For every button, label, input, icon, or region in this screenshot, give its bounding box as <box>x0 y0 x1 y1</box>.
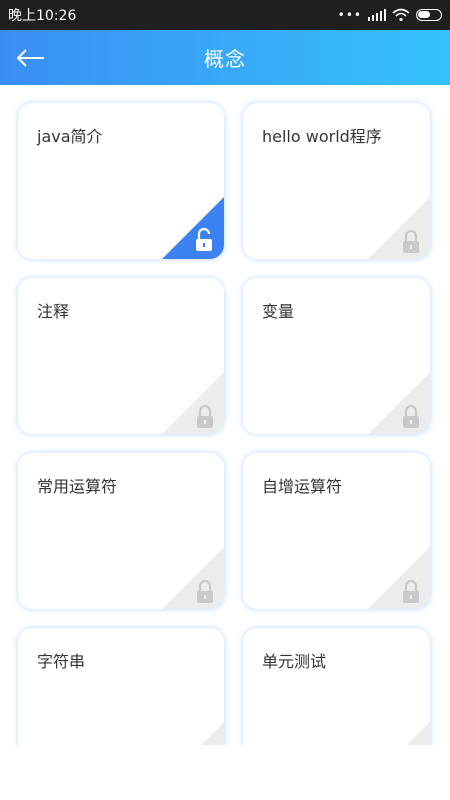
locked-corner <box>368 197 430 259</box>
locked-corner <box>162 372 224 434</box>
page-title: 概念 <box>204 47 246 71</box>
status-icons: ••• <box>338 8 442 22</box>
lesson-title: 常用运算符 <box>37 477 118 496</box>
lesson-card[interactable]: java简介 <box>18 103 224 259</box>
arrow-left-icon <box>16 49 44 67</box>
lesson-card[interactable]: 自增运算符 <box>243 453 430 609</box>
status-time: 晚上10:26 <box>8 8 77 24</box>
lesson-card[interactable]: hello world程序 <box>243 103 430 259</box>
lesson-title: 自增运算符 <box>262 477 343 496</box>
lesson-card[interactable]: 变量 <box>243 278 430 434</box>
header-bar: 概念 <box>0 30 450 85</box>
lesson-card[interactable]: 常用运算符 <box>18 453 224 609</box>
lesson-title: java简介 <box>37 127 103 146</box>
locked-corner <box>162 547 224 609</box>
back-button[interactable] <box>14 44 48 72</box>
lesson-title: 注释 <box>37 302 70 321</box>
locked-corner <box>368 547 430 609</box>
bottom-area <box>0 745 450 800</box>
unlocked-corner <box>162 197 224 259</box>
battery-icon <box>416 9 442 21</box>
lesson-title: 变量 <box>262 302 295 321</box>
lesson-grid: java简介 hello world程序 注释 变量 常用运算符 自增运算符 字… <box>18 103 432 784</box>
lesson-title: 字符串 <box>37 652 86 671</box>
lesson-title: 单元测试 <box>262 652 327 671</box>
locked-corner <box>368 372 430 434</box>
status-bar: 晚上10:26 ••• <box>0 0 450 30</box>
wifi-icon <box>392 8 410 22</box>
more-dots-icon: ••• <box>337 8 362 22</box>
signal-icon <box>368 9 386 21</box>
lesson-title: hello world程序 <box>262 127 382 146</box>
lesson-card[interactable]: 注释 <box>18 278 224 434</box>
